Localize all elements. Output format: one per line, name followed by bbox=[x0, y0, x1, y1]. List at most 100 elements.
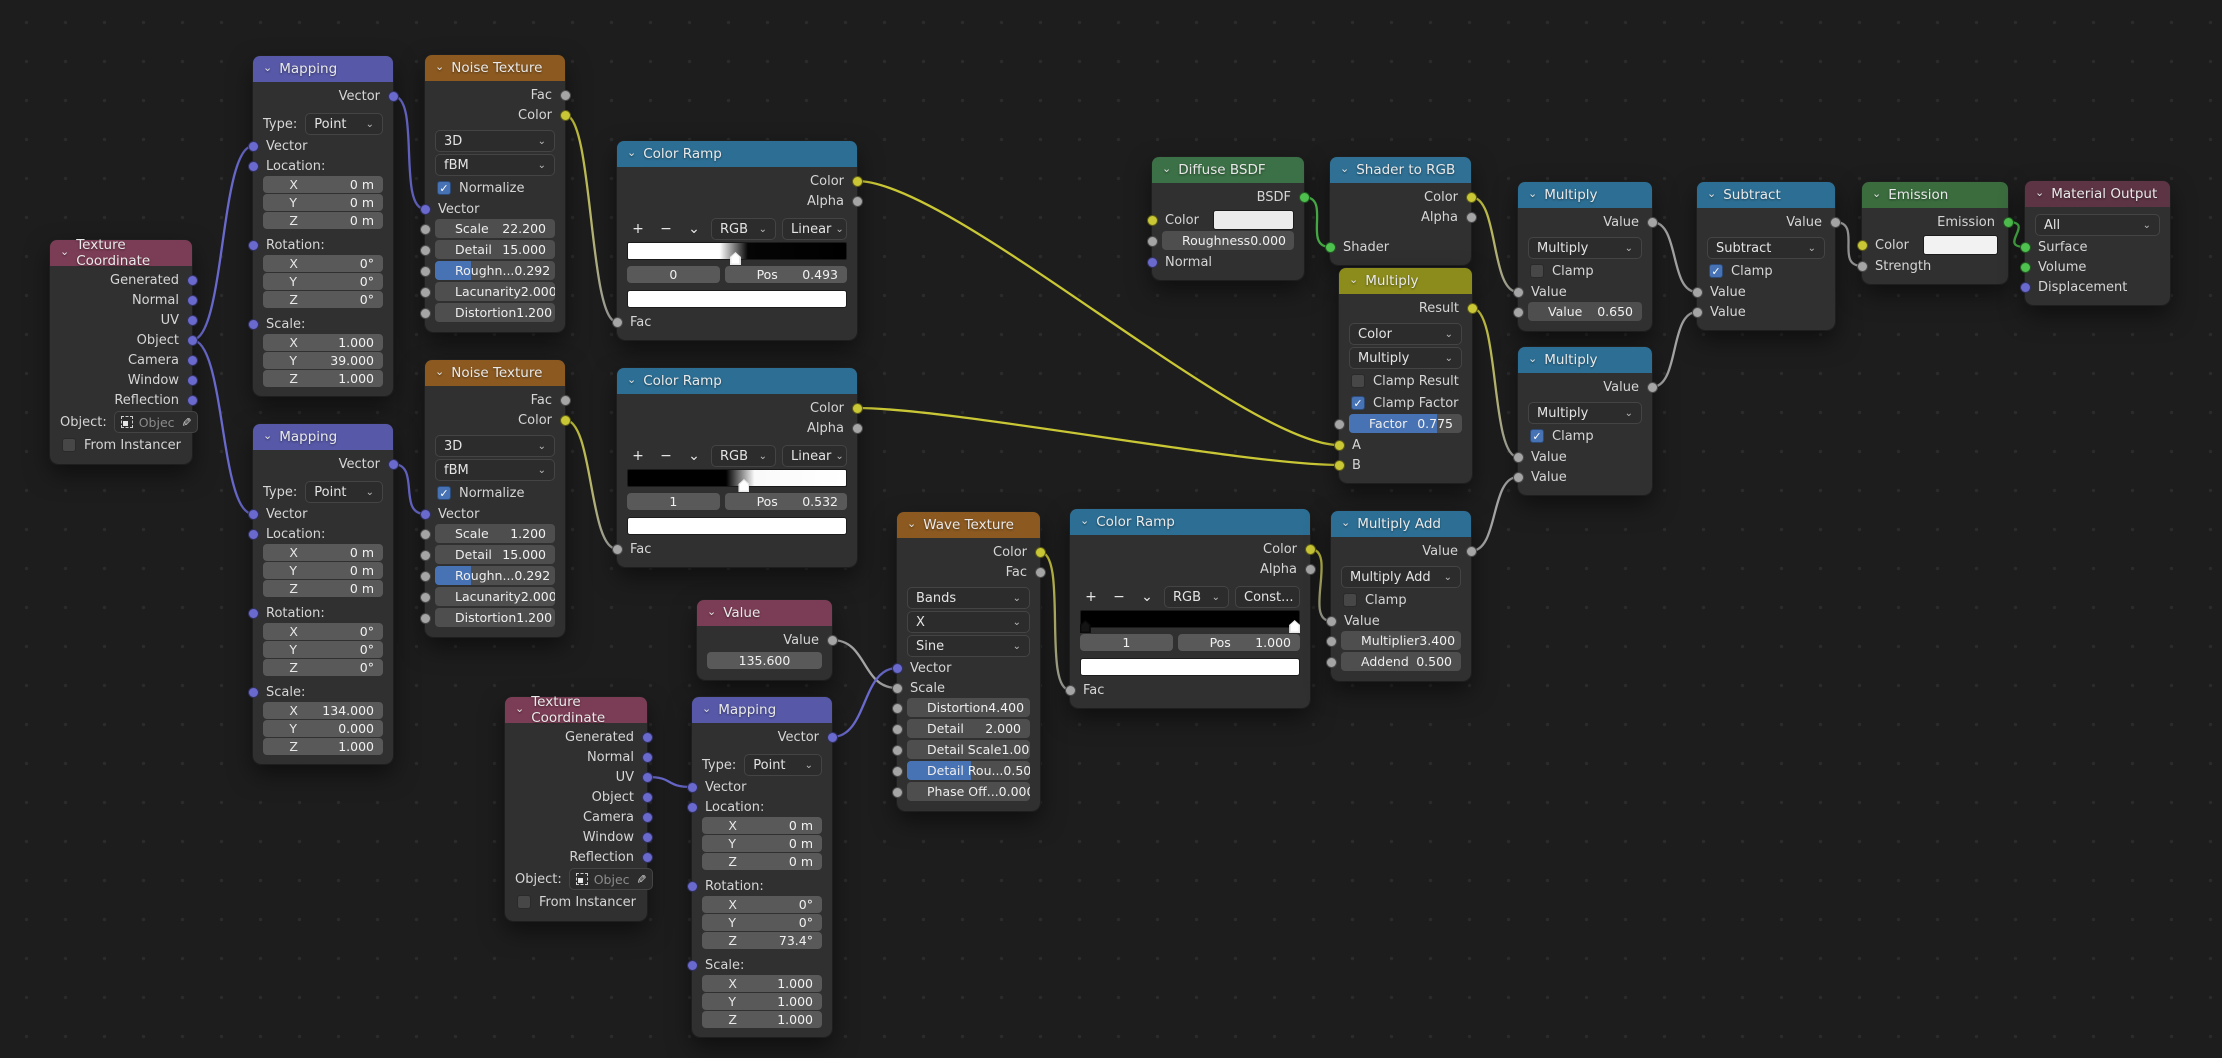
ramp-menu-button[interactable]: ⌄ bbox=[1136, 589, 1158, 605]
texcoord2-normal-output-socket[interactable] bbox=[642, 752, 653, 763]
mapping2-vector-output-socket[interactable] bbox=[388, 459, 399, 470]
wave1-detail-slider[interactable]: Detail2.000 bbox=[907, 719, 1030, 738]
noise2-fac-output-socket[interactable] bbox=[560, 395, 571, 406]
diffuse1-bsdf-output-socket[interactable] bbox=[1299, 192, 1310, 203]
wave1-detail-scale-input-socket[interactable] bbox=[892, 745, 903, 756]
noise2-roughn-slider[interactable]: Roughn...0.292 bbox=[435, 566, 555, 585]
mulbot-multiply-dropdown[interactable]: Multiply⌄ bbox=[1528, 402, 1642, 424]
color-mode-dropdown[interactable]: RGB⌄ bbox=[711, 218, 776, 240]
diffuse1-normal-input-socket[interactable] bbox=[1147, 257, 1158, 268]
value1-header[interactable]: ⌄Value bbox=[697, 600, 832, 626]
add-stop-button[interactable]: + bbox=[1080, 589, 1102, 605]
mapping3-scale-input-socket[interactable] bbox=[687, 960, 698, 971]
wave1-distortion-input-socket[interactable] bbox=[892, 703, 903, 714]
eyedropper-icon[interactable]: ✎ bbox=[179, 417, 193, 427]
mapping2-y-field[interactable]: Y0.000 bbox=[263, 720, 383, 737]
noise1-distortion-input-socket[interactable] bbox=[420, 308, 431, 319]
mulbot-clamp-checkbox[interactable]: ✓ bbox=[1530, 429, 1544, 443]
texcoord2-camera-output-socket[interactable] bbox=[642, 812, 653, 823]
collapse-chevron-icon[interactable]: ⌄ bbox=[1341, 517, 1350, 528]
collapse-chevron-icon[interactable]: ⌄ bbox=[627, 147, 636, 158]
noise2-detail-slider[interactable]: Detail15.000 bbox=[435, 545, 555, 564]
texcoord2-uv-output-socket[interactable] bbox=[642, 772, 653, 783]
diffuse1-color-swatch[interactable] bbox=[1213, 210, 1294, 230]
mapping3-vector-input-socket[interactable] bbox=[687, 782, 698, 793]
noise1-detail-input-socket[interactable] bbox=[420, 245, 431, 256]
out1-surface-input-socket[interactable] bbox=[2020, 242, 2031, 253]
mapping1-rotation-input-socket[interactable] bbox=[248, 240, 259, 251]
interpolation-dropdown[interactable]: Linear⌄ bbox=[782, 218, 847, 240]
ramp3-stop-position-field[interactable]: Pos1.000 bbox=[1178, 634, 1300, 651]
mapping2-point-dropdown[interactable]: Point⌄ bbox=[305, 481, 383, 503]
emis-color-swatch[interactable] bbox=[1923, 235, 1998, 255]
multop-multiply-dropdown[interactable]: Multiply⌄ bbox=[1528, 237, 1642, 259]
ramp1-color-output-socket[interactable] bbox=[852, 176, 863, 187]
ramp1-stop-index-field[interactable]: 0 bbox=[627, 266, 720, 283]
ramp2-header[interactable]: ⌄Color Ramp bbox=[617, 368, 857, 394]
wave1-x-dropdown[interactable]: X⌄ bbox=[907, 611, 1030, 633]
wave1-header[interactable]: ⌄Wave Texture bbox=[897, 512, 1040, 538]
ramp3-ramp-marker[interactable] bbox=[1080, 620, 1091, 633]
texcoord2-window-output-socket[interactable] bbox=[642, 832, 653, 843]
mapping1-location-input-socket[interactable] bbox=[248, 161, 259, 172]
mapping1-y-field[interactable]: Y0° bbox=[263, 273, 383, 290]
out1-all-dropdown[interactable]: All⌄ bbox=[2035, 214, 2160, 236]
wave1-detail-scale-slider[interactable]: Detail Scale1.000 bbox=[907, 740, 1030, 759]
noise2-vector-input-socket[interactable] bbox=[420, 509, 431, 520]
mapping3-rotation-input-socket[interactable] bbox=[687, 881, 698, 892]
noise1-3d-dropdown[interactable]: 3D⌄ bbox=[435, 130, 555, 152]
mapping1-x-field[interactable]: X0° bbox=[263, 255, 383, 272]
multop-value-slider[interactable]: Value0.650 bbox=[1528, 302, 1642, 321]
mapping2-y-field[interactable]: Y0 m bbox=[263, 562, 383, 579]
mapping2-rotation-input-socket[interactable] bbox=[248, 608, 259, 619]
texcoord1-object-field[interactable]: Objec✎ bbox=[114, 411, 198, 433]
texcoord2-header[interactable]: ⌄Texture Coordinate bbox=[505, 697, 647, 723]
interpolation-dropdown[interactable]: Const...⌄ bbox=[1235, 586, 1300, 608]
noise1-header[interactable]: ⌄Noise Texture bbox=[425, 55, 565, 81]
wave1-detail-rou-slider[interactable]: Detail Rou...0.500 bbox=[907, 761, 1030, 780]
mapping2-x-field[interactable]: X0° bbox=[263, 623, 383, 640]
texcoord1-header[interactable]: ⌄Texture Coordinate bbox=[50, 240, 192, 266]
mapping1-y-field[interactable]: Y39.000 bbox=[263, 352, 383, 369]
mapping1-y-field[interactable]: Y0 m bbox=[263, 194, 383, 211]
noise1-normalize-checkbox[interactable]: ✓ bbox=[437, 181, 451, 195]
remove-stop-button[interactable]: − bbox=[655, 448, 677, 464]
texcoord1-normal-output-socket[interactable] bbox=[187, 295, 198, 306]
noise1-color-output-socket[interactable] bbox=[560, 110, 571, 121]
mapping2-x-field[interactable]: X134.000 bbox=[263, 702, 383, 719]
sub1-value-input-socket[interactable] bbox=[1692, 287, 1703, 298]
wave1-scale-input-socket[interactable] bbox=[892, 683, 903, 694]
add-stop-button[interactable]: + bbox=[627, 221, 649, 237]
value1-value-field[interactable]: 135.600 bbox=[707, 652, 822, 669]
madd-clamp-checkbox[interactable] bbox=[1343, 593, 1357, 607]
ramp2-gradient-bar[interactable] bbox=[627, 469, 847, 487]
ramp1-alpha-output-socket[interactable] bbox=[852, 196, 863, 207]
noise1-roughn-slider[interactable]: Roughn...0.292 bbox=[435, 261, 555, 280]
collapse-chevron-icon[interactable]: ⌄ bbox=[627, 374, 636, 385]
mix1-factor-input-socket[interactable] bbox=[1334, 419, 1345, 430]
mapping2-z-field[interactable]: Z0 m bbox=[263, 580, 383, 597]
mapping3-z-field[interactable]: Z73.4° bbox=[702, 932, 822, 949]
ramp3-gradient-bar[interactable] bbox=[1080, 610, 1300, 628]
ramp-menu-button[interactable]: ⌄ bbox=[683, 221, 705, 237]
ramp1-stop-position-field[interactable]: Pos0.493 bbox=[725, 266, 847, 283]
noise1-vector-input-socket[interactable] bbox=[420, 204, 431, 215]
value1-value-output-socket[interactable] bbox=[827, 635, 838, 646]
noise2-header[interactable]: ⌄Noise Texture bbox=[425, 360, 565, 386]
mix1-color-dropdown[interactable]: Color⌄ bbox=[1349, 323, 1462, 345]
mix1-b-input-socket[interactable] bbox=[1334, 460, 1345, 471]
storgb-shader-input-socket[interactable] bbox=[1325, 242, 1336, 253]
out1-displacement-input-socket[interactable] bbox=[2020, 282, 2031, 293]
wave1-phase-off-input-socket[interactable] bbox=[892, 787, 903, 798]
storgb-alpha-output-socket[interactable] bbox=[1466, 212, 1477, 223]
ramp2-stop-position-field[interactable]: Pos0.532 bbox=[725, 493, 847, 510]
ramp3-color-output-socket[interactable] bbox=[1305, 544, 1316, 555]
mapping3-y-field[interactable]: Y1.000 bbox=[702, 993, 822, 1010]
ramp3-color-swatch[interactable] bbox=[1080, 658, 1300, 676]
ramp2-fac-input-socket[interactable] bbox=[612, 544, 623, 555]
storgb-header[interactable]: ⌄Shader to RGB bbox=[1330, 157, 1471, 183]
ramp1-header[interactable]: ⌄Color Ramp bbox=[617, 141, 857, 167]
mix1-clamp-factor-checkbox[interactable]: ✓ bbox=[1351, 396, 1365, 410]
wave1-color-output-socket[interactable] bbox=[1035, 547, 1046, 558]
mapping1-z-field[interactable]: Z1.000 bbox=[263, 370, 383, 387]
